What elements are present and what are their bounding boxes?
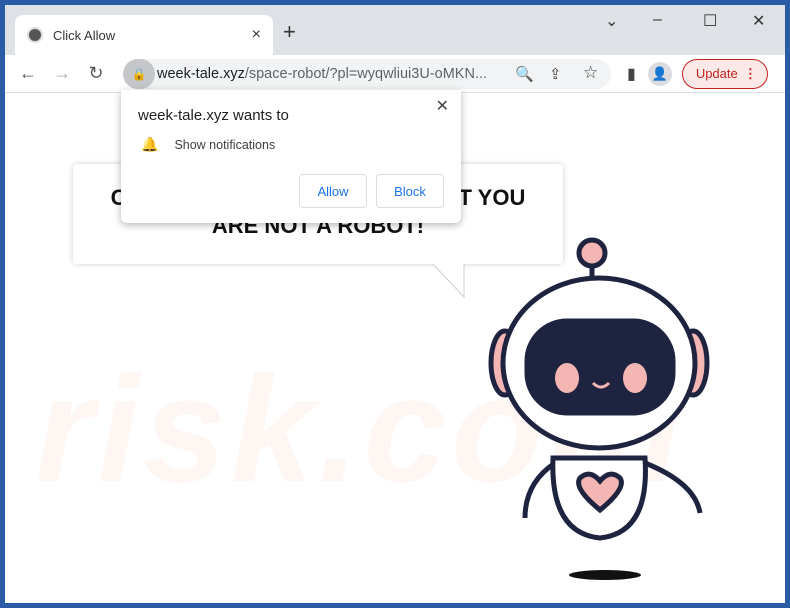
permission-row: 🔔 Show notifications (141, 136, 275, 153)
page-content: risk.com CLICK ALLOW TO CONFIRM THAT YOU… (5, 90, 785, 603)
reload-button[interactable]: ↻ (81, 63, 111, 84)
minimize-button[interactable]: – (653, 11, 662, 29)
update-label: Update (695, 66, 738, 81)
bubble-tail (430, 263, 466, 299)
robot-favicon-icon (27, 27, 43, 43)
zoom-icon[interactable]: 🔍 (515, 65, 534, 83)
tab-search-button[interactable]: ⌄ (605, 11, 618, 31)
notification-permission-popup: week-tale.xyz wants to ✕ 🔔 Show notificat… (121, 90, 461, 223)
tab-active[interactable]: Click Allow × (15, 15, 273, 55)
tab-close-button[interactable]: × (252, 26, 261, 44)
profile-avatar-icon[interactable]: 👤 (647, 61, 672, 86)
share-icon[interactable]: ⇪ (549, 65, 562, 83)
address-bar[interactable]: 🔒 week-tale.xyz/space-robot/?pl=wyqwliui… (123, 58, 611, 89)
url-text[interactable]: week-tale.xyz/space-robot/?pl=wyqwliui3U… (157, 66, 487, 82)
robot-illustration (488, 237, 710, 580)
menu-icon[interactable]: ⋮ (744, 66, 757, 82)
block-button[interactable]: Block (376, 174, 444, 208)
popup-heading: week-tale.xyz wants to (138, 107, 289, 124)
robot-shadow (569, 570, 641, 580)
url-domain: week-tale.xyz (157, 65, 245, 82)
side-panel-icon[interactable]: ▮ (627, 64, 636, 84)
popup-close-button[interactable]: ✕ (436, 96, 449, 116)
allow-button[interactable]: Allow (299, 174, 367, 208)
bell-icon: 🔔 (141, 136, 159, 152)
url-path: /space-robot/?pl=wyqwliui3U-oMKN... (244, 65, 488, 82)
permission-label: Show notifications (174, 137, 276, 152)
browser-window: Click Allow × + ⌄ – ☐ ✕ ← → ↻ 🔒 week-tal… (5, 5, 785, 603)
back-button[interactable]: ← (13, 63, 43, 84)
maximize-button[interactable]: ☐ (703, 11, 717, 31)
close-window-button[interactable]: ✕ (752, 11, 765, 31)
update-button[interactable]: Update ⋮ (681, 58, 768, 89)
tab-bar: Click Allow × + ⌄ – ☐ ✕ (5, 5, 785, 55)
new-tab-button[interactable]: + (283, 19, 296, 45)
tab-title: Click Allow (53, 27, 116, 43)
toolbar: ← → ↻ 🔒 week-tale.xyz/space-robot/?pl=wy… (5, 55, 785, 93)
bookmark-star-icon[interactable]: ☆ (583, 63, 598, 83)
forward-button[interactable]: → (47, 63, 77, 84)
lock-icon[interactable]: 🔒 (123, 58, 155, 89)
